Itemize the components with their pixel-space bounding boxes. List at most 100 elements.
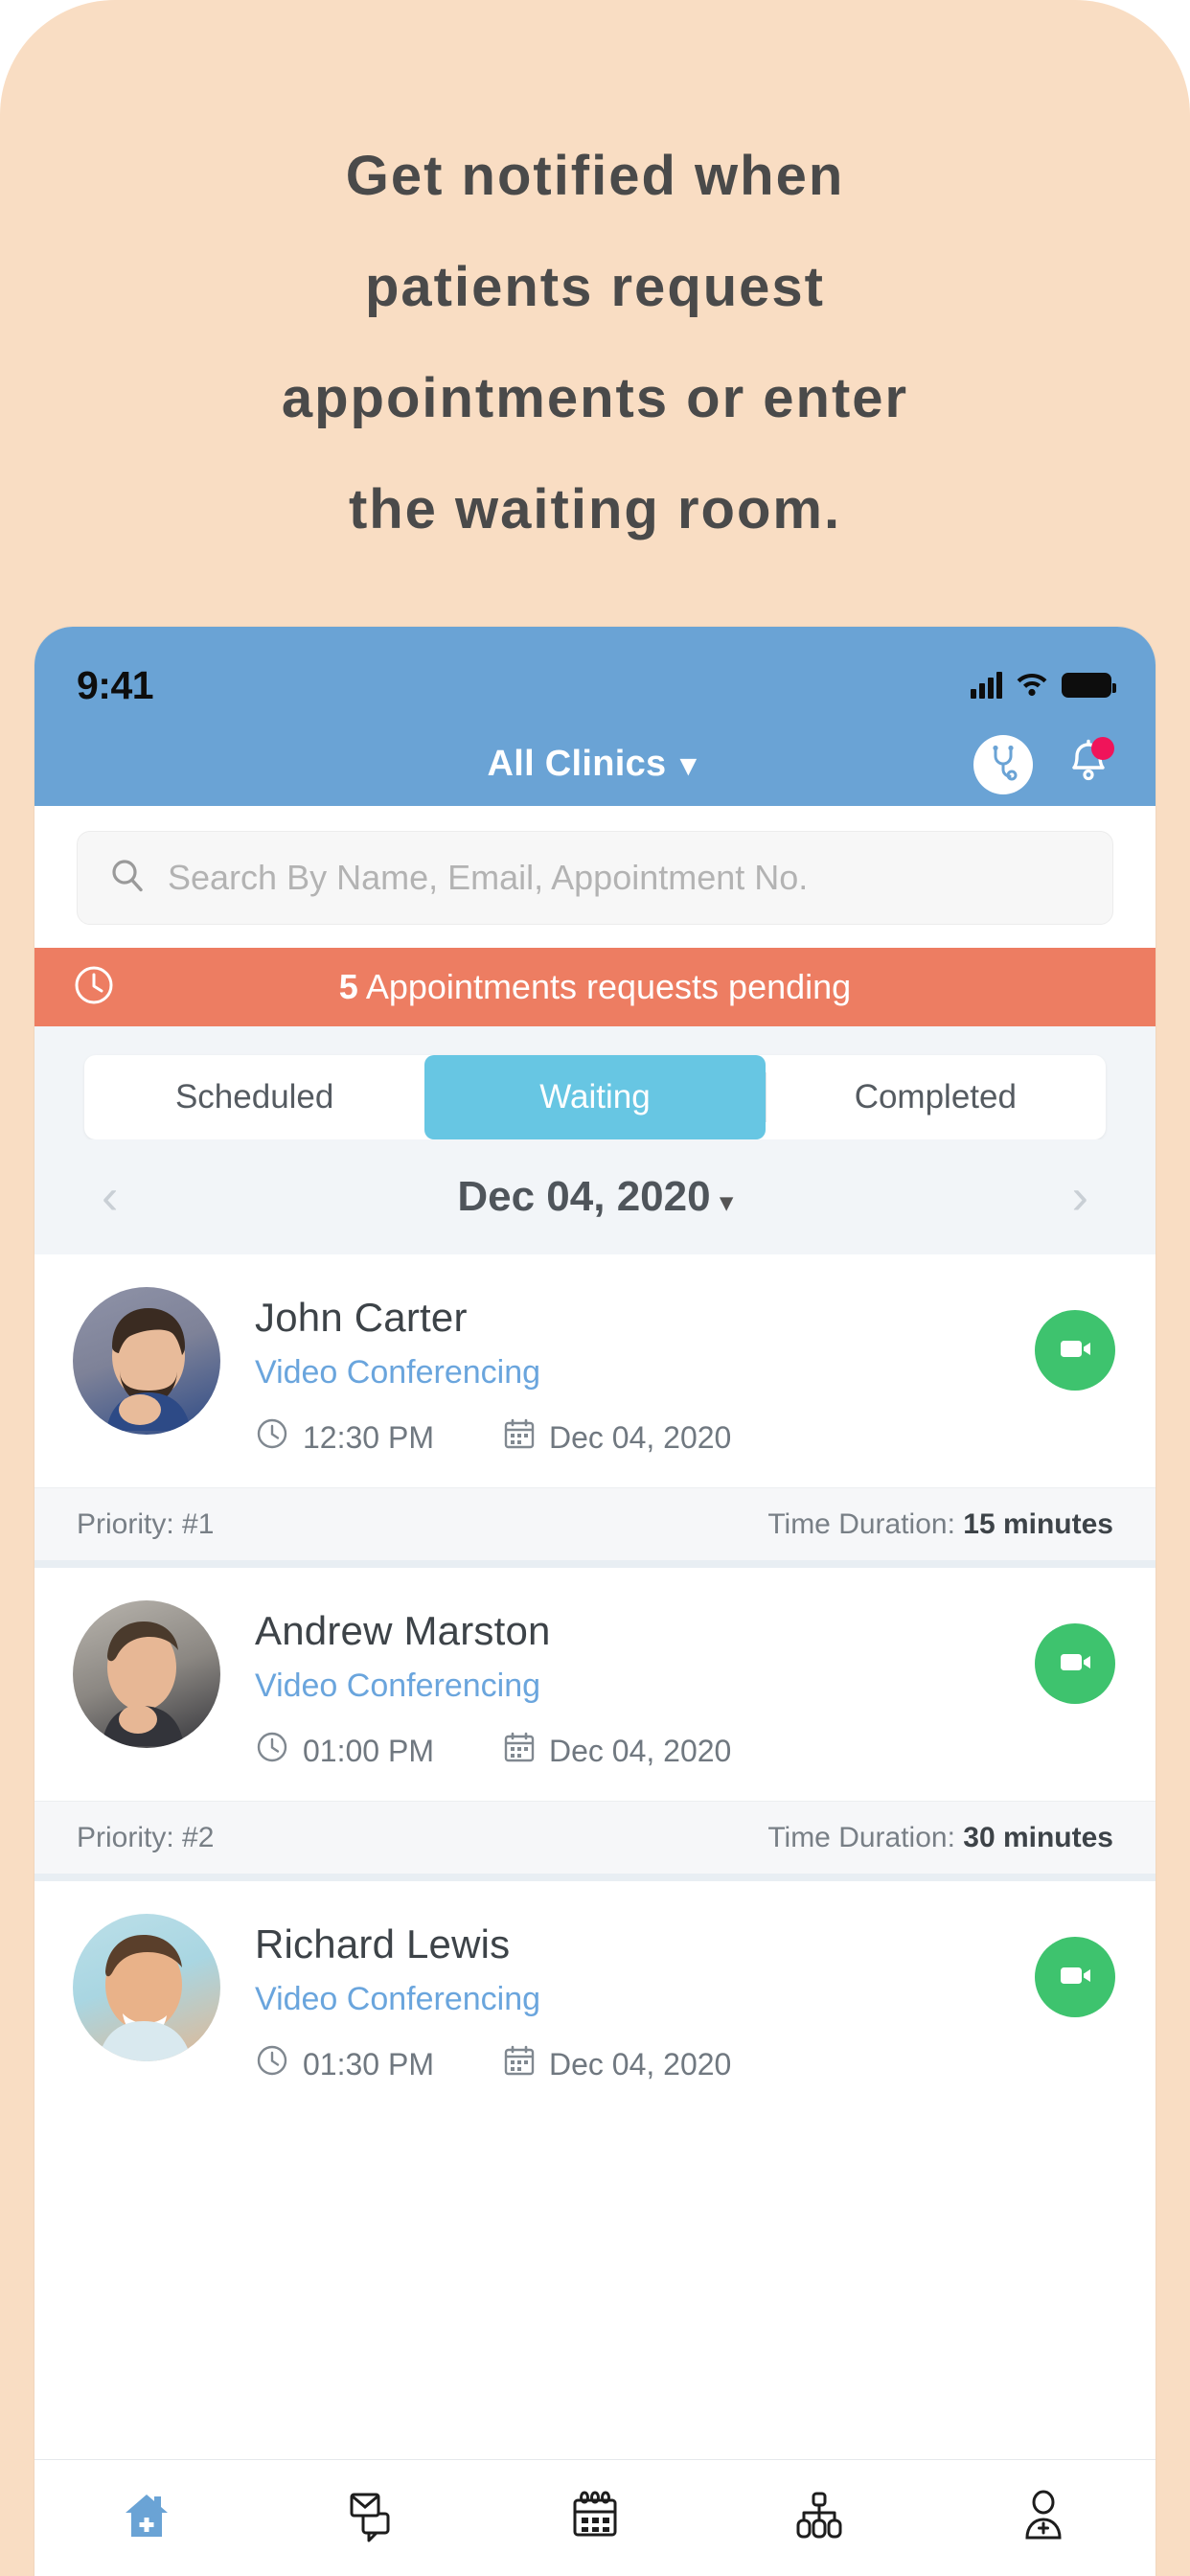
patient-name: Andrew Marston: [255, 1608, 551, 1653]
search-input[interactable]: Search By Name, Email, Appointment No.: [77, 831, 1113, 925]
bottom-navigation: [34, 2459, 1156, 2576]
appointment-meta: 12:30 PM Dec 04, 2020: [255, 1416, 1117, 1459]
screenshot-root: Get notified when patients request appoi…: [0, 0, 1190, 2576]
avatar-image: [73, 1600, 220, 1748]
nav-messages[interactable]: [259, 2489, 483, 2547]
appointment-info: John Carter Video Conferencing 12:30 PM …: [255, 1287, 1117, 1459]
appointment-time: 01:00 PM: [303, 1733, 434, 1768]
calendar-icon: [503, 1731, 536, 1771]
patient-name: Richard Lewis: [255, 1921, 511, 1966]
duration-value: 30 minutes: [963, 1821, 1113, 1853]
date-navigator: ‹ Dec 04, 2020 ▾ ›: [34, 1139, 1156, 1254]
pending-requests-banner[interactable]: 5 Appointments requests pending: [34, 948, 1156, 1026]
headline-line-3: appointments or enter: [281, 367, 909, 429]
appointment-date: Dec 04, 2020: [548, 1733, 732, 1768]
org-chart-icon: [792, 2489, 846, 2547]
duration-label: Time Duration:: [767, 1507, 964, 1540]
appointment-date-group: Dec 04, 2020: [503, 1417, 731, 1458]
clock-icon: [255, 2043, 289, 2085]
appointment-time-group: 01:00 PM: [255, 1730, 434, 1772]
phone-mockup: 9:41 All Clinics ▼ Search By Name, Email…: [34, 627, 1156, 2576]
search-placeholder: Search By Name, Email, Appointment No.: [168, 858, 809, 897]
appointment-card-body: John Carter Video Conferencing 12:30 PM …: [34, 1254, 1156, 1487]
avatar: [73, 1600, 220, 1748]
app-header: 9:41 All Clinics ▼: [34, 627, 1156, 806]
tabs-section: Scheduled Waiting Completed: [34, 1026, 1156, 1139]
appointment-footer: Priority: #1 Time Duration: 15 minutes: [34, 1487, 1156, 1560]
avatar-image: [73, 1287, 220, 1435]
headline-line-2: patients request: [365, 256, 825, 318]
search-icon: [108, 857, 147, 900]
status-icons: [971, 670, 1116, 702]
video-camera-icon: [1053, 1326, 1097, 1375]
tab-waiting[interactable]: Waiting: [424, 1055, 766, 1139]
chevron-left-icon[interactable]: ‹: [102, 1172, 118, 1222]
appointment-card[interactable]: Richard Lewis Video Conferencing 01:30 P…: [34, 1881, 1156, 2114]
duration-value: 15 minutes: [963, 1507, 1113, 1540]
tab-completed[interactable]: Completed: [765, 1055, 1106, 1139]
appointments-list: John Carter Video Conferencing 12:30 PM …: [34, 1254, 1156, 2114]
notifications-button[interactable]: [1062, 735, 1115, 794]
pending-label: Appointments requests pending: [357, 967, 852, 1006]
appointment-time-group: 01:30 PM: [255, 2043, 434, 2085]
stethoscope-button[interactable]: [973, 734, 1033, 794]
calendar-icon: [568, 2489, 622, 2547]
clinic-selector-label: All Clinics: [487, 744, 667, 784]
appointment-card-body: Andrew Marston Video Conferencing 01:00 …: [34, 1568, 1156, 1801]
wifi-icon: [1016, 670, 1048, 702]
app-navbar: All Clinics ▼: [34, 723, 1156, 806]
start-video-call-button[interactable]: [1035, 1623, 1115, 1704]
appointment-time-group: 12:30 PM: [255, 1416, 434, 1459]
nav-calendar[interactable]: [483, 2489, 707, 2547]
chevron-down-icon: ▼: [674, 750, 703, 782]
tab-scheduled[interactable]: Scheduled: [84, 1055, 424, 1139]
appointment-type: Video Conferencing: [255, 1354, 541, 1391]
appointment-time: 12:30 PM: [303, 1419, 434, 1455]
tab-scheduled-label: Scheduled: [174, 1078, 334, 1116]
appointment-card[interactable]: John Carter Video Conferencing 12:30 PM …: [34, 1254, 1156, 1560]
search-section: Search By Name, Email, Appointment No.: [34, 806, 1156, 948]
chevron-down-icon: ▾: [720, 1187, 733, 1216]
nav-home[interactable]: [34, 2489, 259, 2547]
priority-label: Priority: #2: [77, 1821, 215, 1853]
nav-network[interactable]: [707, 2489, 931, 2547]
date-selector[interactable]: Dec 04, 2020 ▾: [457, 1173, 732, 1221]
stethoscope-icon: [983, 742, 1023, 787]
user-icon: [1017, 2489, 1070, 2547]
battery-icon: [1062, 673, 1116, 698]
patient-name: John Carter: [255, 1295, 468, 1340]
appointment-date: Dec 04, 2020: [548, 1419, 732, 1455]
headline-line-4: the waiting room.: [348, 478, 842, 540]
nav-profile[interactable]: [931, 2489, 1156, 2547]
avatar-image: [73, 1914, 220, 2061]
appointment-meta: 01:30 PM Dec 04, 2020: [255, 2043, 1117, 2085]
home-plus-icon: [120, 2489, 173, 2547]
start-video-call-button[interactable]: [1035, 1937, 1115, 2017]
clock-icon: [255, 1416, 289, 1459]
headline-line-1: Get notified when: [345, 145, 845, 207]
appointment-type: Video Conferencing: [255, 1981, 541, 2017]
page-title: Get notified when patients request appoi…: [0, 121, 1190, 565]
duration-label: Time Duration:: [767, 1821, 964, 1853]
appointment-date-group: Dec 04, 2020: [503, 2044, 731, 2084]
appointment-meta: 01:00 PM Dec 04, 2020: [255, 1730, 1117, 1772]
appointment-date-group: Dec 04, 2020: [503, 1731, 731, 1771]
navbar-actions: [973, 734, 1115, 794]
chevron-right-icon[interactable]: ›: [1072, 1172, 1088, 1222]
appointment-card[interactable]: Andrew Marston Video Conferencing 01:00 …: [34, 1568, 1156, 1874]
appointment-info: Andrew Marston Video Conferencing 01:00 …: [255, 1600, 1117, 1772]
tab-waiting-label: Waiting: [539, 1078, 651, 1116]
avatar: [73, 1287, 220, 1435]
calendar-icon: [503, 1417, 536, 1458]
notification-badge: [1091, 736, 1114, 760]
date-selector-label: Dec 04, 2020: [457, 1173, 711, 1220]
start-video-call-button[interactable]: [1035, 1310, 1115, 1391]
pending-banner-text: 5 Appointments requests pending: [34, 967, 1156, 1007]
appointment-time: 01:30 PM: [303, 2046, 434, 2082]
appointment-info: Richard Lewis Video Conferencing 01:30 P…: [255, 1914, 1117, 2085]
appointment-footer: Priority: #2 Time Duration: 30 minutes: [34, 1801, 1156, 1874]
calendar-icon: [503, 2044, 536, 2084]
duration-wrap: Time Duration: 30 minutes: [767, 1822, 1113, 1854]
priority-label: Priority: #1: [77, 1507, 215, 1540]
tab-completed-label: Completed: [854, 1078, 1017, 1116]
